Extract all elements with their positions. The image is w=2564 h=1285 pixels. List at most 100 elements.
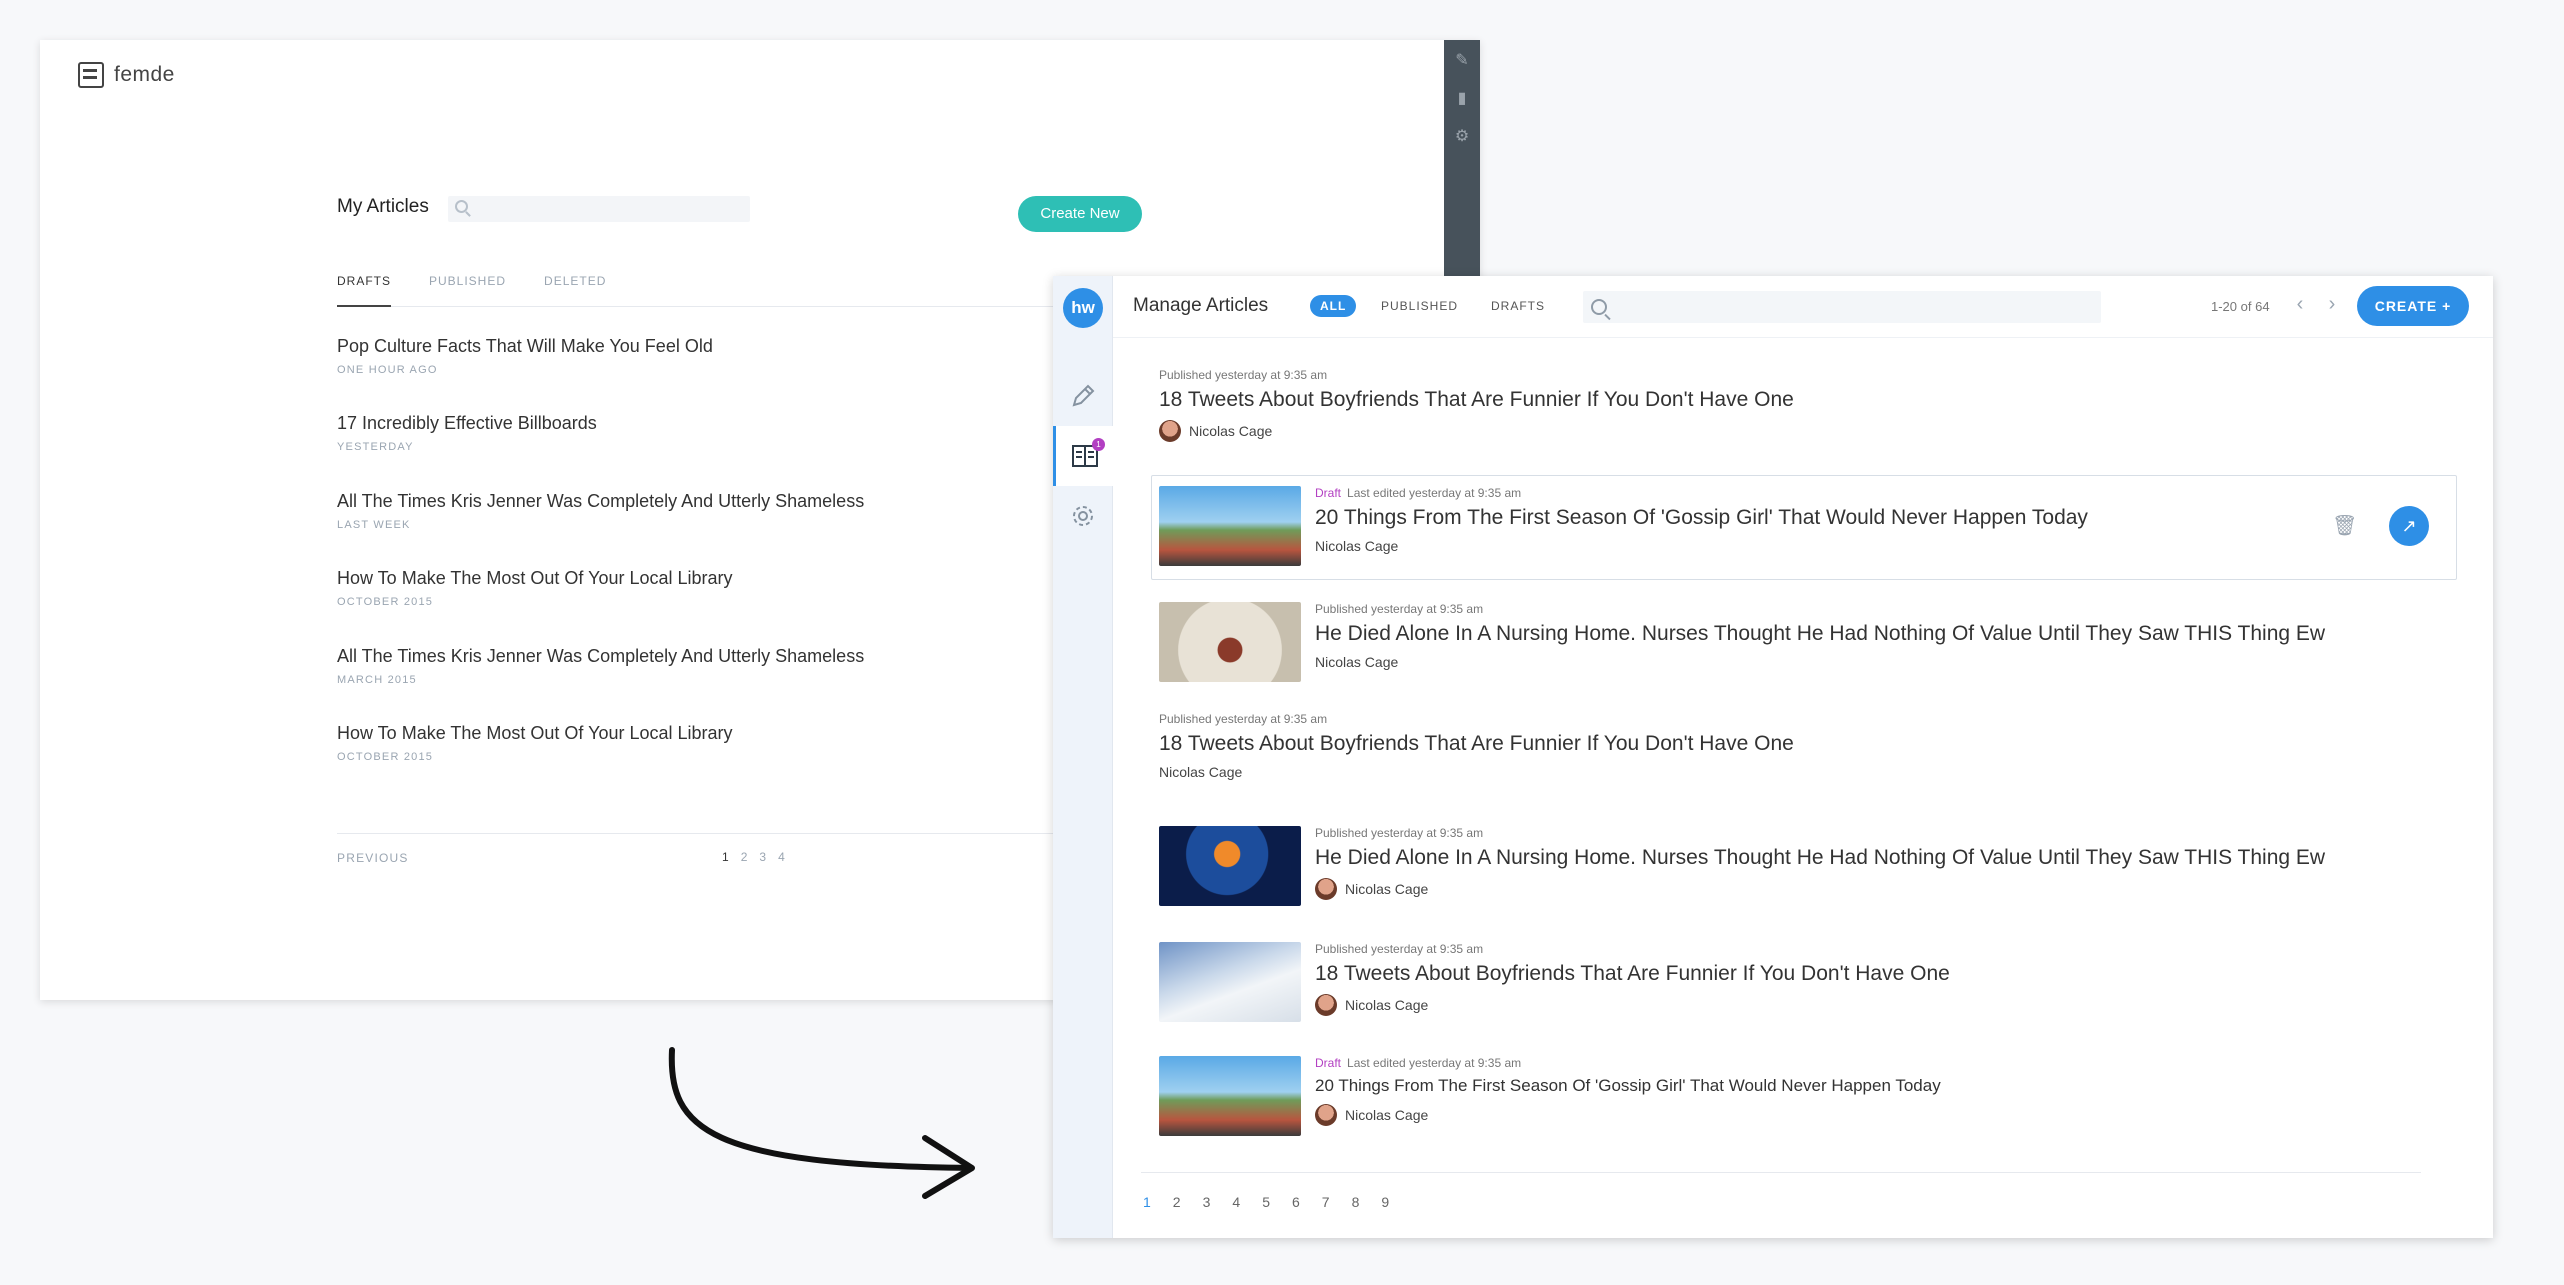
edit-info: Last edited yesterday at 9:35 am — [1347, 486, 1522, 500]
draft-label: Draft — [1315, 1056, 1342, 1070]
author-name: Nicolas Cage — [1315, 654, 1399, 670]
article-title[interactable]: All The Times Kris Jenner Was Completely… — [337, 491, 1117, 512]
page-title: Manage Articles — [1133, 295, 1269, 316]
article-info: Published yesterday at 9:35 am He Died A… — [1315, 826, 2325, 906]
article-info: Draft Last edited yesterday at 9:35 am 20… — [1315, 486, 2088, 566]
result-range: 1-20 of 64 — [2211, 299, 2270, 314]
page-title: My Articles — [337, 196, 429, 217]
open-external-button[interactable]: ↗ — [2389, 506, 2429, 546]
sidebar-item-write[interactable] — [1053, 366, 1113, 426]
article-title[interactable]: All The Times Kris Jenner Was Completely… — [337, 646, 1117, 667]
avatar — [1315, 878, 1337, 900]
page-link[interactable]: 6 — [1292, 1194, 1300, 1210]
article-row[interactable]: Published yesterday at 9:35 am He Died A… — [1159, 602, 2459, 682]
page-link[interactable]: 2 — [1173, 1194, 1181, 1210]
prev-page-arrow-icon[interactable]: ‹ — [2289, 294, 2311, 316]
list-divider — [337, 833, 1117, 834]
list-item[interactable]: How To Make The Most Out Of Your Local L… — [337, 723, 1117, 800]
previous-link[interactable]: PREVIOUS — [337, 851, 409, 865]
article-title[interactable]: He Died Alone In A Nursing Home. Nurses … — [1315, 622, 2325, 646]
article-row[interactable]: Published yesterday at 9:35 am He Died A… — [1159, 826, 2459, 906]
create-button[interactable]: CREATE + — [2357, 286, 2469, 326]
article-title[interactable]: How To Make The Most Out Of Your Local L… — [337, 723, 1117, 744]
article-thumbnail — [1159, 942, 1301, 1022]
page-link[interactable]: 3 — [1203, 1194, 1211, 1210]
next-page-arrow-icon[interactable]: › — [2321, 294, 2343, 316]
tab-drafts[interactable]: DRAFTS — [337, 274, 391, 307]
search-icon — [455, 200, 468, 213]
article-title[interactable]: 18 Tweets About Boyfriends That Are Funn… — [1159, 388, 2459, 412]
transition-arrow-icon — [668, 1047, 975, 1199]
book-icon[interactable]: ▮ — [1453, 90, 1471, 108]
search-input[interactable] — [448, 196, 750, 222]
article-row[interactable]: Published yesterday at 9:35 am 18 Tweets… — [1159, 368, 2459, 442]
article-info: Published yesterday at 9:35 am 18 Tweets… — [1315, 942, 1950, 1022]
old-tool-rail: ✎ ▮ ⚙ — [1444, 40, 1480, 296]
article-list: Pop Culture Facts That Will Make You Fee… — [337, 336, 1117, 800]
pencil-icon[interactable]: ✎ — [1453, 52, 1471, 70]
filter-all[interactable]: ALL — [1310, 295, 1357, 317]
article-date: LAST WEEK — [337, 518, 411, 531]
page-link[interactable]: 8 — [1352, 1194, 1360, 1210]
avatar — [1159, 420, 1181, 442]
filter-published[interactable]: PUBLISHED — [1381, 299, 1458, 313]
article-title[interactable]: How To Make The Most Out Of Your Local L… — [337, 568, 1117, 589]
author-name: Nicolas Cage — [1159, 764, 1243, 780]
author-name: Nicolas Cage — [1345, 881, 1429, 897]
search-input[interactable] — [1583, 291, 2101, 323]
article-row[interactable]: Draft Last edited yesterday at 9:35 am 20… — [1159, 486, 2459, 566]
pagination: 1 2 3 4 5 6 7 8 9 — [1143, 1194, 1389, 1210]
femde-logo-icon — [78, 62, 104, 88]
page-link[interactable]: 3 — [759, 850, 766, 864]
article-title[interactable]: He Died Alone In A Nursing Home. Nurses … — [1315, 846, 2325, 870]
article-title[interactable]: 18 Tweets About Boyfriends That Are Funn… — [1159, 732, 2459, 756]
page-link[interactable]: 4 — [778, 850, 785, 864]
tab-published[interactable]: PUBLISHED — [429, 274, 506, 307]
publish-info: Published yesterday at 9:35 am — [1159, 368, 1328, 382]
trash-icon[interactable]: 🗑 — [2332, 513, 2357, 541]
article-tabs: DRAFTS PUBLISHED DELETED — [337, 274, 1117, 307]
filter-drafts[interactable]: DRAFTS — [1491, 299, 1545, 313]
page-link[interactable]: 1 — [1143, 1194, 1151, 1210]
list-divider — [1141, 1172, 2421, 1173]
brand-name: femde — [114, 63, 175, 86]
article-info: Published yesterday at 9:35 am He Died A… — [1315, 602, 2325, 682]
page-link[interactable]: 4 — [1232, 1194, 1240, 1210]
create-new-button[interactable]: Create New — [1018, 196, 1142, 232]
article-meta: Draft Last edited yesterday at 9:35 am — [1315, 1056, 1941, 1070]
list-item[interactable]: Pop Culture Facts That Will Make You Fee… — [337, 336, 1117, 413]
page-link[interactable]: 5 — [1262, 1194, 1270, 1210]
article-row[interactable]: Draft Last edited yesterday at 9:35 am 20… — [1159, 1056, 2459, 1136]
page-link[interactable]: 9 — [1381, 1194, 1389, 1210]
article-title[interactable]: 20 Things From The First Season Of 'Goss… — [1315, 1076, 1941, 1096]
brand-logo[interactable]: hw — [1063, 288, 1103, 328]
publish-info: Published yesterday at 9:35 am — [1159, 712, 1328, 726]
tab-deleted[interactable]: DELETED — [544, 274, 606, 307]
article-title[interactable]: Pop Culture Facts That Will Make You Fee… — [337, 336, 1117, 357]
femde-logo[interactable]: femde — [78, 62, 175, 88]
sidebar-item-settings[interactable] — [1053, 486, 1113, 546]
author-name: Nicolas Cage — [1315, 538, 1399, 554]
article-row[interactable]: Published yesterday at 9:35 am 18 Tweets… — [1159, 942, 2459, 1022]
page-link[interactable]: 2 — [741, 850, 748, 864]
list-item[interactable]: 17 Incredibly Effective Billboards YESTER… — [337, 413, 1117, 490]
author: Nicolas Cage — [1315, 994, 1950, 1016]
article-date: OCTOBER 2015 — [337, 750, 434, 763]
author: Nicolas Cage — [1159, 764, 2459, 780]
article-title[interactable]: 17 Incredibly Effective Billboards — [337, 413, 1117, 434]
article-meta: Draft Last edited yesterday at 9:35 am — [1315, 486, 2088, 500]
article-thumbnail — [1159, 1056, 1301, 1136]
list-item[interactable]: How To Make The Most Out Of Your Local L… — [337, 568, 1117, 645]
page-link[interactable]: 7 — [1322, 1194, 1330, 1210]
notification-badge: 1 — [1092, 438, 1105, 451]
gear-icon[interactable]: ⚙ — [1453, 128, 1471, 146]
page-link[interactable]: 1 — [722, 850, 729, 864]
sidebar-item-articles[interactable]: 1 — [1053, 426, 1113, 486]
edit-info: Last edited yesterday at 9:35 am — [1347, 1056, 1522, 1070]
article-title[interactable]: 18 Tweets About Boyfriends That Are Funn… — [1315, 962, 1950, 986]
list-item[interactable]: All The Times Kris Jenner Was Completely… — [337, 646, 1117, 723]
article-title[interactable]: 20 Things From The First Season Of 'Goss… — [1315, 506, 2088, 530]
article-row[interactable]: Published yesterday at 9:35 am 18 Tweets… — [1159, 712, 2459, 780]
pencil-icon — [1072, 384, 1095, 407]
list-item[interactable]: All The Times Kris Jenner Was Completely… — [337, 491, 1117, 568]
